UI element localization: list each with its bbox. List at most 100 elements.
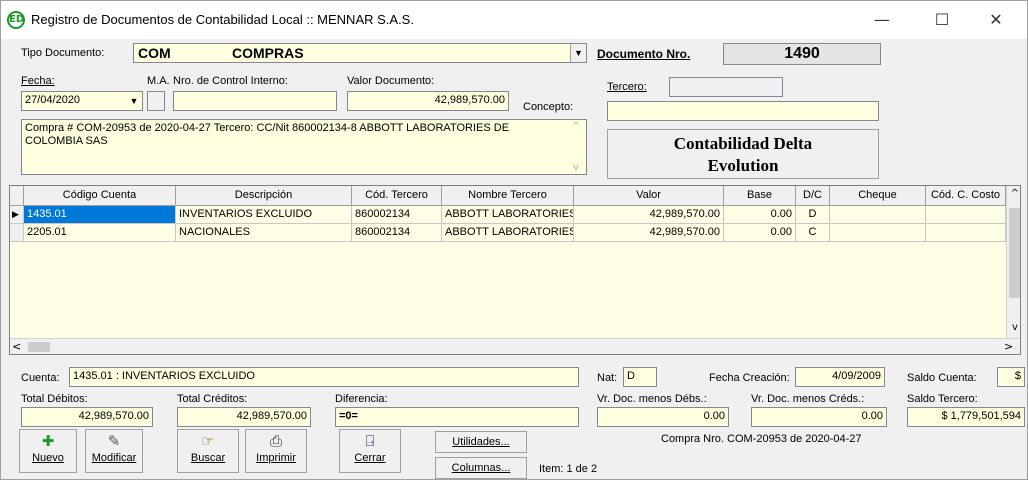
brand-line-1: Contabilidad Delta xyxy=(673,134,813,153)
col-header-codigo-cuenta[interactable]: Código Cuenta xyxy=(24,186,176,206)
documento-nro-value: 1490 xyxy=(723,43,881,65)
fecha-value: 27/04/2020 xyxy=(25,94,81,106)
scroll-left-icon[interactable]: < xyxy=(12,340,21,353)
grid-corner xyxy=(10,186,24,206)
table-cell-base[interactable]: 0.00 xyxy=(724,206,796,224)
table-cell-nombre-tercero[interactable]: ABBOTT LABORATORIES [ xyxy=(442,206,574,224)
col-header-dc[interactable]: D/C xyxy=(796,186,830,206)
accounts-grid[interactable]: Código Cuenta Descripción Cód. Tercero N… xyxy=(9,185,1021,355)
tipo-documento-code: COM xyxy=(138,45,171,61)
table-cell-base[interactable]: 0.00 xyxy=(724,224,796,242)
saldo-cuenta-label: Saldo Cuenta: xyxy=(907,372,977,384)
col-header-descripcion[interactable]: Descripción xyxy=(176,186,352,206)
nat-display: D xyxy=(623,367,657,387)
control-interno-label: Nro. de Control Interno: xyxy=(173,75,288,87)
imprimir-button[interactable]: ⎙ Imprimir xyxy=(245,429,307,473)
total-debitos-label: Total Débitos: xyxy=(21,393,88,405)
total-creditos-label: Total Créditos: xyxy=(177,393,248,405)
tipo-documento-name: COMPRAS xyxy=(232,45,304,61)
table-cell-costo[interactable] xyxy=(926,206,1006,224)
utilidades-button[interactable]: Utilidades... xyxy=(435,431,527,453)
scroll-up-icon[interactable]: ^ xyxy=(1007,188,1020,199)
table-cell-nombre-tercero[interactable]: ABBOTT LABORATORIES [ xyxy=(442,224,574,242)
close-button[interactable]: ✕ xyxy=(973,5,1019,35)
concepto-scrollbar[interactable]: ^ v xyxy=(567,121,585,173)
nuevo-button[interactable]: ✚ Nuevo xyxy=(19,429,77,473)
col-header-valor[interactable]: Valor xyxy=(574,186,724,206)
maximize-button[interactable]: ☐ xyxy=(919,5,965,35)
scroll-down-icon[interactable]: v xyxy=(567,162,585,173)
valor-documento-label: Valor Documento: xyxy=(347,75,435,87)
chevron-down-icon[interactable]: ▼ xyxy=(570,44,586,62)
printer-icon: ⎙ xyxy=(269,432,282,450)
table-cell-cod-tercero[interactable]: 860002134 xyxy=(352,206,442,224)
fecha-field[interactable]: 27/04/2020 ▼ xyxy=(21,91,143,111)
control-interno-input[interactable] xyxy=(173,91,337,111)
ma-label: M.A. xyxy=(147,75,170,87)
tipo-documento-label: Tipo Documento: xyxy=(21,47,105,59)
col-header-cheque[interactable]: Cheque xyxy=(830,186,926,206)
table-cell-descripcion[interactable]: INVENTARIOS EXCLUIDO xyxy=(176,206,352,224)
table-cell-cuenta[interactable]: 1435.01 xyxy=(24,206,176,224)
valor-documento-input[interactable]: 42,989,570.00 xyxy=(347,91,509,111)
vr-creds-label: Vr. Doc. menos Créds.: xyxy=(751,393,865,405)
search-icon: ☞ xyxy=(201,432,215,450)
vr-debs-display: 0.00 xyxy=(597,407,729,427)
brand-panel: Contabilidad Delta Evolution xyxy=(607,129,879,179)
tercero-label: Tercero: xyxy=(607,81,647,93)
minimize-button[interactable]: — xyxy=(859,5,905,35)
table-cell-cod-tercero[interactable]: 860002134 xyxy=(352,224,442,242)
saldo-cuenta-display: $ xyxy=(997,367,1025,387)
edit-icon: ✎ xyxy=(107,432,121,450)
concepto-textarea[interactable]: Compra # COM-20953 de 2020-04-27 Tercero… xyxy=(21,119,587,175)
table-cell-dc[interactable]: D xyxy=(796,206,830,224)
col-header-nombre-tercero[interactable]: Nombre Tercero xyxy=(442,186,574,206)
scroll-up-icon[interactable]: ^ xyxy=(567,121,585,132)
scroll-thumb[interactable] xyxy=(1009,208,1020,298)
scroll-right-icon[interactable]: > xyxy=(1004,340,1013,353)
grid-horizontal-scrollbar[interactable]: < > xyxy=(10,338,1020,354)
ma-checkbox[interactable] xyxy=(147,91,165,111)
exit-icon: ⍈ xyxy=(365,432,375,450)
table-cell-dc[interactable]: C xyxy=(796,224,830,242)
documento-nro-label: Documento Nro. xyxy=(597,47,691,61)
table-cell-cuenta[interactable]: 2205.01 xyxy=(24,224,176,242)
total-creditos-display: 42,989,570.00 xyxy=(177,407,311,427)
modificar-button[interactable]: ✎ Modificar xyxy=(85,429,143,473)
vr-creds-display: 0.00 xyxy=(751,407,887,427)
tipo-documento-select[interactable]: COM COMPRAS ▼ xyxy=(133,43,587,63)
scroll-down-icon[interactable]: v xyxy=(1007,322,1020,333)
columnas-button[interactable]: Columnas... xyxy=(435,457,527,479)
row-selector[interactable] xyxy=(10,224,24,242)
row-selector-arrow-icon[interactable]: ▶ xyxy=(10,206,24,224)
table-cell-cheque[interactable] xyxy=(830,224,926,242)
grid-vertical-scrollbar[interactable]: ^ v xyxy=(1006,186,1020,338)
fecha-creacion-display: 4/09/2009 xyxy=(795,367,885,387)
cuenta-display: 1435.01 : INVENTARIOS EXCLUIDO xyxy=(69,367,579,387)
table-cell-cheque[interactable] xyxy=(830,206,926,224)
hscroll-thumb[interactable] xyxy=(28,342,50,352)
buscar-button[interactable]: ☞ Buscar xyxy=(177,429,239,473)
col-header-base[interactable]: Base xyxy=(724,186,796,206)
col-header-cod-tercero[interactable]: Cód. Tercero xyxy=(352,186,442,206)
window-title: Registro de Documentos de Contabilidad L… xyxy=(31,12,414,27)
concepto-label: Concepto: xyxy=(523,101,574,113)
saldo-tercero-display: $ 1,779,501,594 xyxy=(907,407,1025,427)
table-cell-costo[interactable] xyxy=(926,224,1006,242)
table-cell-valor[interactable]: 42,989,570.00 xyxy=(574,224,724,242)
cerrar-button[interactable]: ⍈ Cerrar xyxy=(339,429,401,473)
item-counter: Item: 1 de 2 xyxy=(539,463,598,475)
main-window: ED Registro de Documentos de Contabilida… xyxy=(0,0,1028,480)
table-cell-descripcion[interactable]: NACIONALES xyxy=(176,224,352,242)
total-debitos-display: 42,989,570.00 xyxy=(21,407,153,427)
tercero-name-input[interactable] xyxy=(607,101,879,121)
plus-icon: ✚ xyxy=(41,432,55,450)
tercero-code-input[interactable] xyxy=(669,77,783,97)
table-cell-valor[interactable]: 42,989,570.00 xyxy=(574,206,724,224)
calendar-dropdown-icon[interactable]: ▼ xyxy=(126,92,142,110)
diferencia-label: Diferencia: xyxy=(335,393,388,405)
col-header-cod-costo[interactable]: Cód. C. Costo xyxy=(926,186,1006,206)
vr-debs-label: Vr. Doc. menos Débs.: xyxy=(597,393,707,405)
title-bar: ED Registro de Documentos de Contabilida… xyxy=(1,1,1027,39)
app-logo-icon: ED xyxy=(7,11,25,29)
